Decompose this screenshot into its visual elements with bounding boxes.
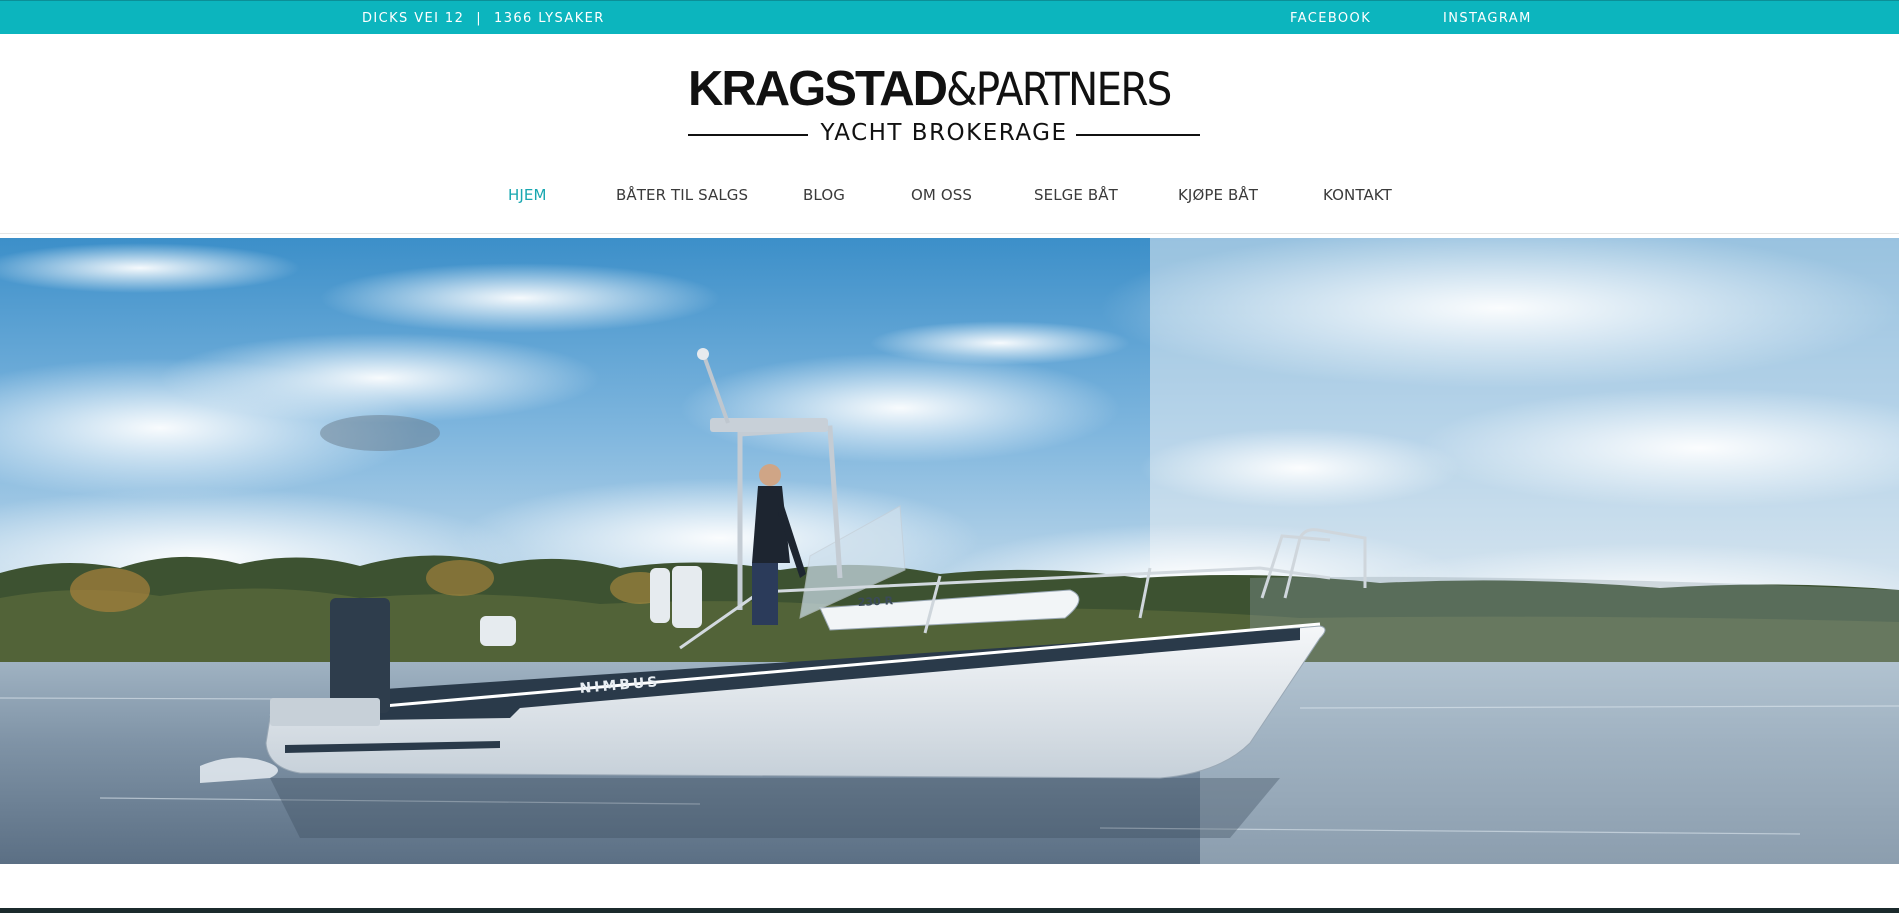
address-separator: |	[476, 11, 483, 26]
facebook-link[interactable]: FACEBOOK	[1290, 11, 1371, 26]
address-street: DICKS VEI 12	[362, 11, 465, 26]
top-info-bar: DICKS VEI 12 | 1366 LYSAKER FACEBOOK INSTA…	[0, 0, 1899, 34]
logo-name-light: &PARTNERS	[946, 63, 1172, 116]
nav-item-kjope-bat[interactable]: KJØPE BÅT	[1178, 186, 1258, 204]
main-navigation: HJEM BÅTER TIL SALGS BLOG OM OSS SELGE B…	[0, 186, 1899, 210]
nav-item-blog[interactable]: BLOG	[803, 186, 845, 204]
instagram-link[interactable]: INSTAGRAM	[1443, 11, 1532, 26]
nav-item-hjem[interactable]: HJEM	[508, 186, 547, 204]
logo-rule-right	[1076, 134, 1200, 136]
logo-rule-left	[688, 134, 808, 136]
hero-boat-illustration: NIMBUS 230 R	[0, 238, 1899, 864]
nav-item-bater-til-salgs[interactable]: BÅTER TIL SALGS	[616, 186, 748, 204]
header-divider	[0, 233, 1899, 234]
nav-item-om-oss[interactable]: OM OSS	[911, 186, 972, 204]
site-logo[interactable]: KRAGSTAD&PARTNERS YACHT BROKERAGE	[686, 62, 1200, 152]
logo-tagline: YACHT BROKERAGE	[820, 120, 1068, 146]
logo-wordmark: KRAGSTAD&PARTNERS	[688, 62, 1196, 128]
logo-name-bold: KRAGSTAD	[688, 62, 948, 116]
address-city: 1366 LYSAKER	[494, 11, 605, 26]
nav-item-kontakt[interactable]: KONTAKT	[1323, 186, 1392, 204]
hero-image: NIMBUS 230 R	[0, 238, 1899, 864]
address: DICKS VEI 12 | 1366 LYSAKER	[362, 11, 605, 26]
next-section-edge	[0, 908, 1899, 913]
boat-model-text: 230 R	[857, 594, 893, 609]
nav-item-selge-bat[interactable]: SELGE BÅT	[1034, 186, 1118, 204]
logo-tagline-row: YACHT BROKERAGE	[688, 120, 1200, 150]
